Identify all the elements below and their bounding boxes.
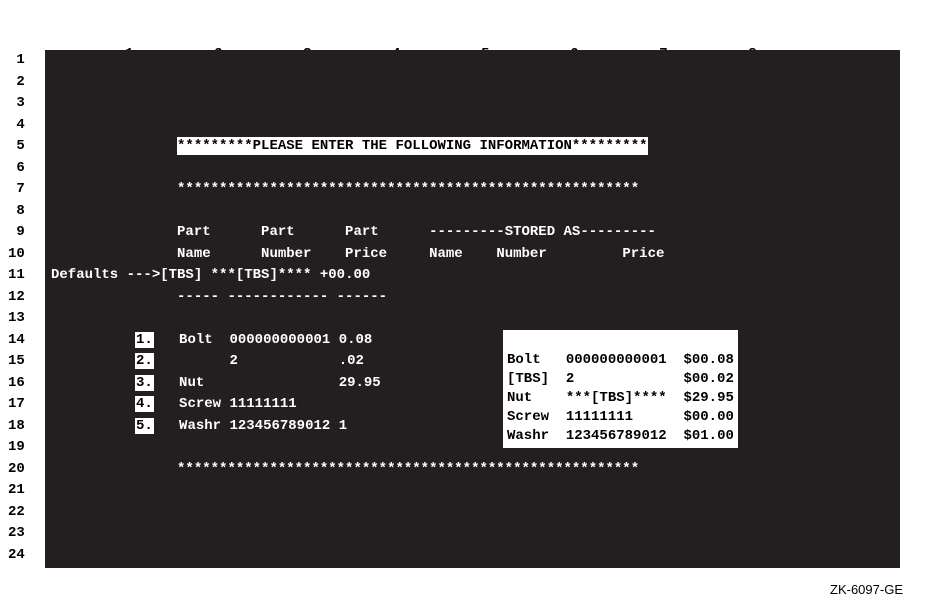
stored-row-3: Nut ***[TBS]**** $29.95 [507,390,734,406]
row5-name[interactable]: Washr [179,418,221,434]
row-marker-2: 2. [135,353,154,369]
defaults-number: ***[TBS]**** [211,267,312,283]
hdr-stored-number: Number [496,246,546,262]
row4-name[interactable]: Screw [179,396,221,412]
terminal-screen: *********PLEASE ENTER THE FOLLOWING INFO… [45,50,900,568]
defaults-name: [TBS] [160,267,202,283]
hdr-stored-as: ---------STORED AS--------- [429,224,656,240]
defaults-label: Defaults ---> [51,267,160,283]
row3-price[interactable]: 29.95 [339,375,381,391]
underline: ----- ------------ ------ [177,289,387,305]
hdr-labels: Name Number Price [177,246,387,262]
figure-id: ZK-6097-GE [830,582,903,597]
row-marker-1: 1. [135,332,154,348]
hdr-part: Part Part Part [177,224,379,240]
banner: *********PLEASE ENTER THE FOLLOWING INFO… [177,137,647,155]
row1-price[interactable]: 0.08 [339,332,373,348]
row5-number[interactable]: 123456789012 [229,418,330,434]
stored-row-5: Washr 123456789012 $01.00 [507,428,734,444]
stored-row-4: Screw 11111111 $00.00 [507,409,734,425]
row2-number[interactable]: 2 [229,353,237,369]
row3-name[interactable]: Nut [179,375,204,391]
row4-number[interactable]: 11111111 [229,396,296,412]
stored-as-box: Bolt 000000000001 $00.08 [TBS] 2 $00.02 … [503,330,738,448]
defaults-price: +00.00 [320,267,370,283]
row-ruler: 1 2 3 4 5 6 7 8 9 10 11 12 13 14 15 16 1… [8,50,25,566]
row2-price[interactable]: .02 [339,353,364,369]
row1-name[interactable]: Bolt [179,332,213,348]
stored-row-1: Bolt 000000000001 $00.08 [507,352,734,368]
hdr-stored-price: Price [622,246,664,262]
row5-price[interactable]: 1 [339,418,347,434]
stored-row-2: [TBS] 2 $00.02 [507,371,734,387]
row-marker-3: 3. [135,375,154,391]
row-marker-5: 5. [135,418,154,434]
star-line-top: ****************************************… [177,181,639,197]
row-marker-4: 4. [135,396,154,412]
star-line-bottom: ****************************************… [177,461,639,477]
row1-number[interactable]: 000000000001 [229,332,330,348]
hdr-stored-name: Name [429,246,463,262]
